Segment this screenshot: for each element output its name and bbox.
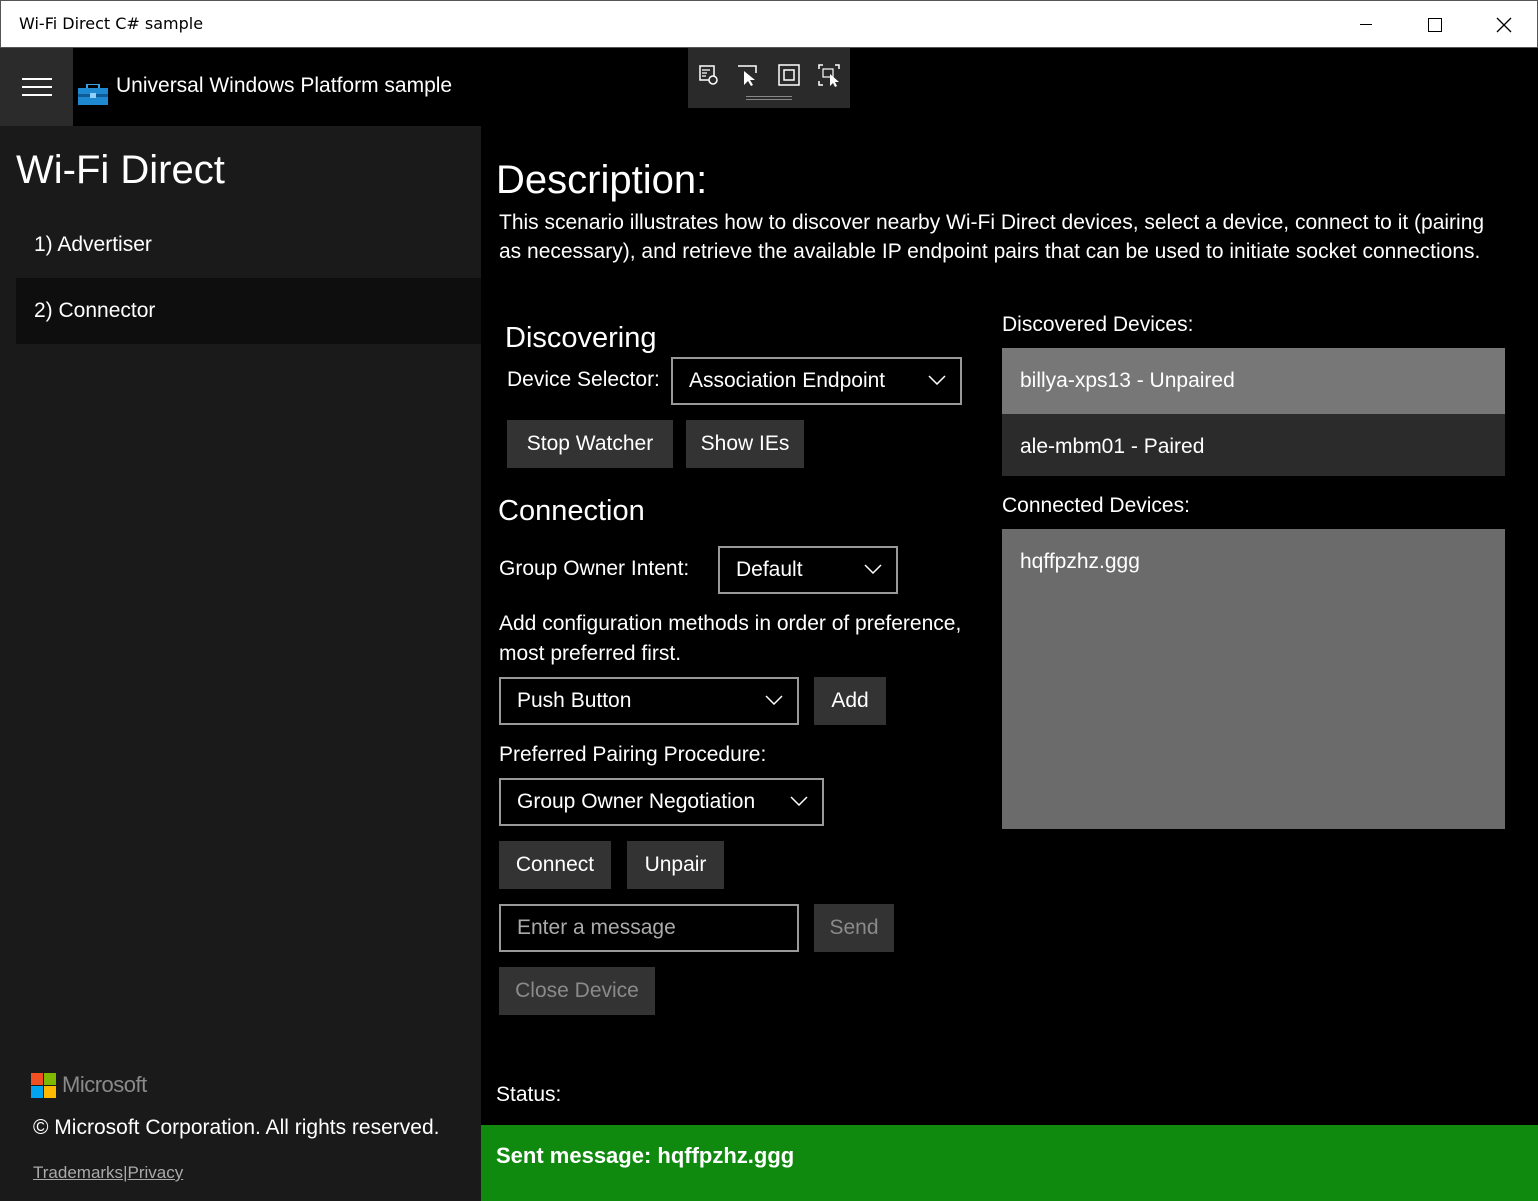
- chevron-down-icon: [790, 796, 808, 806]
- discovered-device-item[interactable]: ale-mbm01 - Paired: [1002, 414, 1505, 480]
- sidebar-title: Wi-Fi Direct: [16, 148, 225, 192]
- microsoft-wordmark: Microsoft: [62, 1072, 147, 1097]
- pairing-procedure-label: Preferred Pairing Procedure:: [499, 743, 767, 766]
- live-visual-tree-button[interactable]: [696, 62, 722, 88]
- add-config-method-button[interactable]: Add: [814, 677, 886, 725]
- config-method-combo[interactable]: Push Button: [499, 677, 799, 725]
- microsoft-logo: Microsoft: [31, 1072, 147, 1098]
- close-button[interactable]: [1469, 1, 1538, 48]
- config-method-value: Push Button: [517, 689, 632, 712]
- window-title: Wi-Fi Direct C# sample: [19, 14, 204, 33]
- connection-title: Connection: [498, 495, 645, 527]
- status-label: Status:: [496, 1083, 562, 1106]
- hamburger-button[interactable]: [0, 48, 73, 126]
- footer-links: Trademarks|Privacy: [33, 1163, 183, 1183]
- maximize-icon: [1427, 17, 1442, 32]
- app-header: Universal Windows Platform sample: [73, 48, 481, 126]
- sidebar: Wi-Fi Direct 1) Advertiser 2) Connector …: [0, 126, 481, 1201]
- stop-watcher-button[interactable]: Stop Watcher: [507, 420, 673, 468]
- copyright-text: © Microsoft Corporation. All rights rese…: [33, 1116, 440, 1139]
- description-text: This scenario illustrates how to discove…: [499, 211, 1485, 263]
- chevron-down-icon: [928, 375, 946, 385]
- discovered-devices-list: billya-xps13 - Unpaired ale-mbm01 - Pair…: [1002, 348, 1505, 476]
- device-selector-combo[interactable]: Association Endpoint: [671, 357, 962, 405]
- status-bar: Sent message: hqffpzhz.ggg: [481, 1125, 1538, 1201]
- toolbox-icon: [78, 84, 108, 105]
- minimize-icon: [1359, 23, 1372, 25]
- device-selector-value: Association Endpoint: [689, 369, 886, 392]
- hamburger-icon: [21, 78, 52, 96]
- connected-devices-label: Connected Devices:: [1002, 494, 1190, 517]
- unpair-button[interactable]: Unpair: [627, 841, 724, 889]
- group-owner-intent-value: Default: [736, 558, 803, 581]
- chevron-down-icon: [864, 564, 882, 574]
- group-owner-intent-combo[interactable]: Default: [718, 546, 898, 594]
- show-ies-button[interactable]: Show IEs: [686, 420, 804, 468]
- track-focus-icon: [818, 64, 840, 87]
- pairing-procedure-value: Group Owner Negotiation: [517, 790, 756, 813]
- sidebar-item-connector[interactable]: 2) Connector: [16, 278, 481, 344]
- config-methods-label-line2: most preferred first.: [499, 642, 682, 665]
- app-title: Universal Windows Platform sample: [116, 74, 453, 97]
- discovering-title: Discovering: [505, 322, 657, 354]
- maximize-button[interactable]: [1400, 1, 1469, 48]
- chevron-down-icon: [765, 695, 783, 705]
- main-content: Description: This scenario illustrates h…: [481, 126, 1538, 1201]
- discovered-device-item[interactable]: billya-xps13 - Unpaired: [1002, 348, 1505, 414]
- minimize-button[interactable]: [1331, 1, 1400, 48]
- connected-devices-list: hqffpzhz.ggg: [1002, 529, 1505, 829]
- layout-adorner-icon: [778, 64, 800, 86]
- status-message: Sent message: hqffpzhz.ggg: [496, 1143, 795, 1168]
- cursor-select-icon: [738, 65, 757, 86]
- trademarks-link[interactable]: Trademarks: [33, 1163, 123, 1182]
- connect-button[interactable]: Connect: [499, 841, 611, 889]
- send-button[interactable]: Send: [814, 904, 894, 952]
- debug-toolbar: [688, 48, 850, 108]
- discovered-devices-label: Discovered Devices:: [1002, 313, 1194, 336]
- group-owner-intent-label: Group Owner Intent:: [499, 557, 690, 580]
- privacy-link[interactable]: Privacy: [127, 1163, 183, 1182]
- window-title-bar: Wi-Fi Direct C# sample: [0, 0, 1538, 48]
- description-title: Description:: [496, 158, 708, 202]
- display-layout-adorners-button[interactable]: [776, 62, 802, 88]
- device-selector-label: Device Selector:: [507, 368, 660, 391]
- microsoft-logo-icon: [31, 1072, 56, 1098]
- track-focus-button[interactable]: [816, 62, 842, 88]
- close-icon: [1496, 17, 1511, 32]
- pairing-procedure-combo[interactable]: Group Owner Negotiation: [499, 778, 824, 826]
- visual-tree-icon: [699, 65, 718, 85]
- select-element-button[interactable]: [735, 62, 761, 88]
- sidebar-item-advertiser[interactable]: 1) Advertiser: [16, 212, 481, 278]
- connected-device-item[interactable]: hqffpzhz.ggg: [1002, 529, 1505, 595]
- config-methods-label-line1: Add configuration methods in order of pr…: [499, 612, 962, 635]
- close-device-button[interactable]: Close Device: [499, 967, 655, 1015]
- toolbar-drag-handle[interactable]: [746, 96, 792, 100]
- message-input[interactable]: Enter a message: [499, 904, 799, 952]
